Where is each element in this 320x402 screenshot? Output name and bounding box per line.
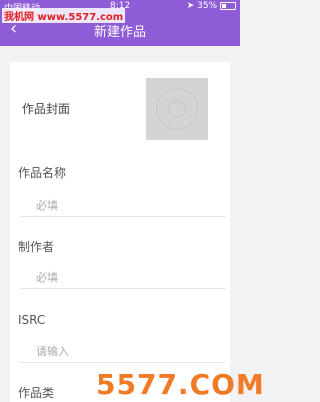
divider [20, 362, 226, 363]
site-watermark: 我机网 www.5577.com [2, 8, 126, 23]
battery-icon [220, 1, 236, 10]
name-input[interactable]: 必填 [36, 197, 58, 213]
producer-input[interactable]: 必填 [36, 269, 58, 285]
producer-label: 制作者 [18, 240, 55, 254]
isrc-input[interactable]: 请输入 [36, 343, 69, 359]
location-icon: ➤ [186, 1, 195, 11]
cover-label: 作品封面 [22, 102, 71, 116]
name-label: 作品名称 [18, 166, 67, 180]
isrc-label: ISRC [18, 313, 46, 327]
cover-image-picker[interactable] [146, 78, 208, 140]
battery-percent: 35% [197, 1, 218, 11]
divider [20, 288, 226, 289]
brand-watermark: 5577.COM [96, 368, 265, 401]
divider [20, 216, 226, 217]
page-title: 新建作品 [93, 25, 146, 40]
status-right: ➤ 35% [187, 1, 236, 11]
disc-ring-inner [168, 100, 186, 118]
work-type-label: 作品类 [18, 386, 55, 400]
